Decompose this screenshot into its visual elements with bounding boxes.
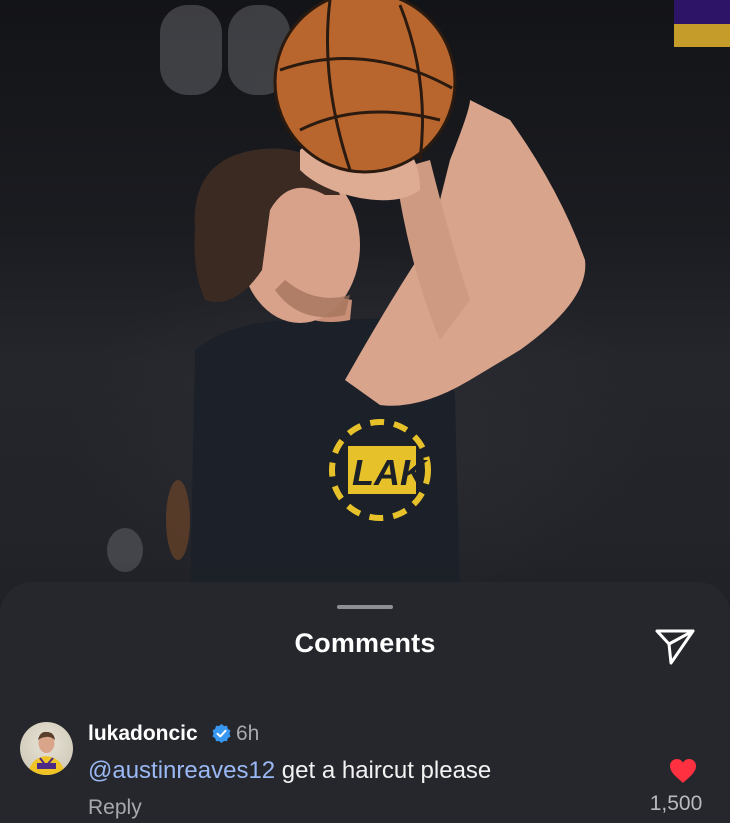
comments-sheet: Comments lukadoncic 6h @austinreaves12 g… xyxy=(0,582,730,823)
comment-text: get a haircut please xyxy=(275,757,492,784)
comment-item: lukadoncic 6h @austinreaves12 get a hair… xyxy=(0,716,730,823)
sheet-drag-handle[interactable] xyxy=(337,605,393,609)
verified-badge-icon xyxy=(212,724,231,743)
jersey-text: LAK xyxy=(352,452,429,493)
comment-body: @austinreaves12 get a haircut please xyxy=(88,757,491,785)
comment-timestamp: 6h xyxy=(236,722,260,745)
comment-mention[interactable]: @austinreaves12 xyxy=(88,757,275,784)
post-photo: LAK xyxy=(0,0,730,640)
team-flag xyxy=(674,0,730,47)
like-count: 1,500 xyxy=(649,792,703,815)
arena-number xyxy=(160,5,290,95)
background-figure xyxy=(166,480,190,560)
share-button[interactable] xyxy=(653,626,697,666)
comment-username[interactable]: lukadoncic xyxy=(88,722,198,746)
sheet-title: Comments xyxy=(294,628,436,658)
avatar[interactable] xyxy=(20,722,73,775)
paper-plane-icon xyxy=(655,629,695,665)
flag-gold-stripe xyxy=(674,24,730,47)
heart-icon[interactable] xyxy=(669,758,697,784)
basketball xyxy=(273,0,457,174)
avatar-image xyxy=(28,731,65,775)
reply-button[interactable]: Reply xyxy=(88,796,142,820)
flag-purple-stripe xyxy=(674,0,730,24)
